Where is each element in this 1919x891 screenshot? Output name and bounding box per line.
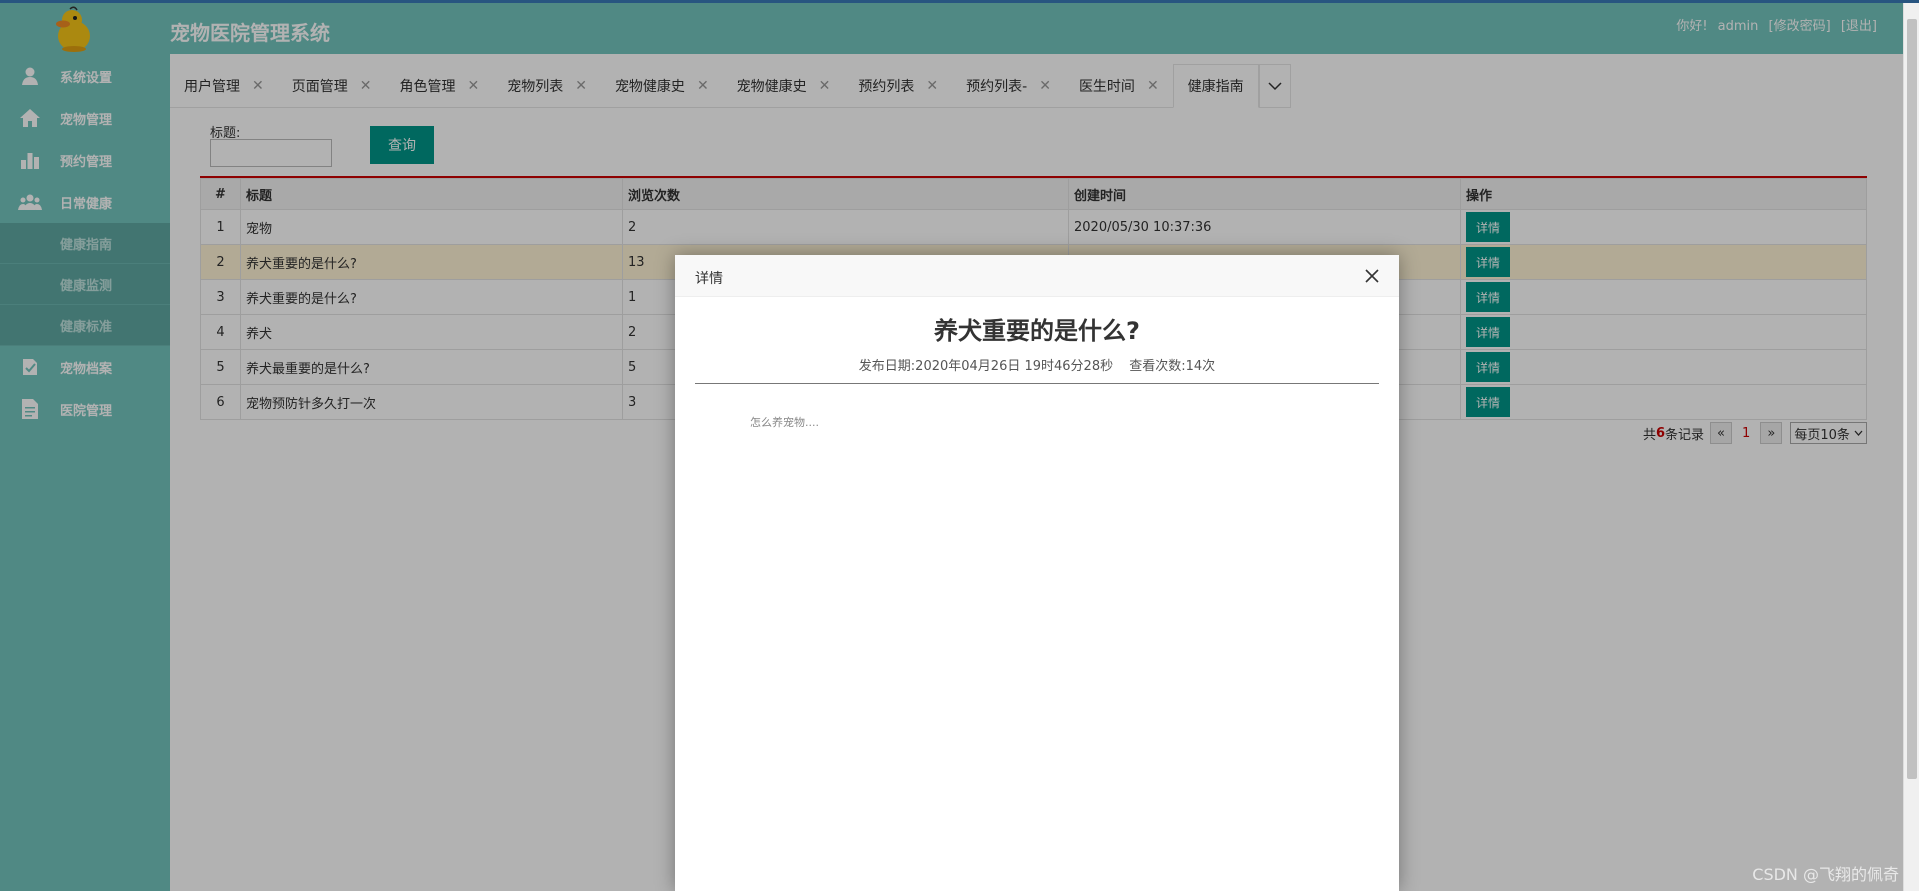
modal-header: 详情 (675, 255, 1399, 297)
article-publish-date: 发布日期:2020年04月26日 19时46分28秒 (858, 359, 1114, 374)
watermark-text: CSDN @飞翔的佩奇 (1752, 865, 1899, 884)
article-views: 查看次数:14次 (1129, 359, 1216, 374)
close-icon[interactable] (1363, 267, 1381, 285)
article-title: 养犬重要的是什么? (934, 317, 1140, 345)
page-scrollbar[interactable] (1903, 3, 1919, 891)
scrollbar-thumb[interactable] (1907, 19, 1917, 779)
divider (695, 383, 1379, 384)
modal-title: 详情 (695, 271, 723, 287)
detail-modal: 详情 养犬重要的是什么? 发布日期:2020年04月26日 19时46分28秒 … (675, 255, 1399, 891)
article-body: 怎么养宠物.... (750, 416, 819, 429)
article-meta: 发布日期:2020年04月26日 19时46分28秒 查看次数:14次 (675, 355, 1399, 374)
